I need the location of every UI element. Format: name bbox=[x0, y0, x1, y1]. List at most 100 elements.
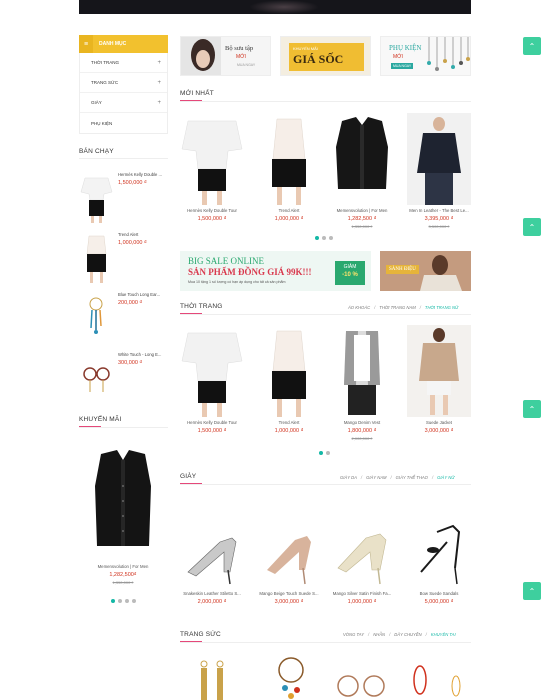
tab-vong-tay[interactable]: VÒNG TAY bbox=[343, 632, 364, 637]
product-card[interactable]: Trend Alert 1,000,000 ₫ bbox=[257, 113, 321, 222]
hero-banner[interactable] bbox=[79, 0, 471, 14]
product-card[interactable]: Hermès Kelly Double Tour 1,500,000 ₫ bbox=[180, 113, 244, 222]
tab-thoi-trang-nu[interactable]: THỜI TRANG NỮ bbox=[425, 305, 458, 310]
product-image[interactable] bbox=[407, 512, 471, 588]
promo-carousel-dots[interactable] bbox=[111, 599, 136, 603]
fashion-carousel-dots[interactable] bbox=[319, 451, 330, 455]
carousel-dot[interactable] bbox=[132, 599, 136, 603]
jewelry-tabs: VÒNG TAY / NHẪN / DÂY CHUYỀN / KHUYÊN TAI bbox=[343, 632, 456, 637]
banner-cta[interactable]: MUA NGAY bbox=[391, 63, 414, 69]
tab-nhan[interactable]: NHẪN bbox=[373, 632, 385, 637]
product-name[interactable]: Hermès Kelly Double ... bbox=[118, 172, 168, 177]
product-name[interactable]: Memensvolution | For Men bbox=[91, 564, 155, 569]
product-image[interactable] bbox=[407, 113, 471, 205]
product-image[interactable] bbox=[180, 113, 244, 205]
category-item-giay[interactable]: GIÀY + bbox=[80, 93, 167, 113]
product-name[interactable]: Trend Alert bbox=[118, 232, 168, 237]
product-image[interactable] bbox=[330, 512, 394, 588]
banner-new-collection[interactable]: Bộ sưu tập MỚI MUA NGAY bbox=[180, 36, 271, 76]
product-name[interactable]: Blue Touch Long Ear... bbox=[118, 292, 168, 297]
arrow-up-icon[interactable]: ⌃ bbox=[523, 218, 541, 236]
product-card[interactable]: Memensvolution | For Men 1,282,500 ₫ 1,3… bbox=[330, 113, 394, 229]
product-image[interactable] bbox=[330, 325, 394, 417]
tab-giay-the-thao[interactable]: GIÀY THỂ THAO bbox=[396, 475, 428, 480]
tab-giay-da[interactable]: GIÀY DA bbox=[340, 475, 357, 480]
product-name[interactable]: Mango Silver Satin Finish Fa... bbox=[330, 591, 394, 596]
tab-day-chuyen[interactable]: DÂY CHUYỀN bbox=[394, 632, 421, 637]
product-card[interactable]: Mango Beige Touch Suede S... 3,000,000 ₫ bbox=[257, 512, 321, 605]
category-label: PHỤ KIỆN bbox=[91, 120, 113, 126]
product-card[interactable]: Bow Suede Sandals 5,000,000 ₫ bbox=[407, 512, 471, 605]
arrow-up-icon[interactable]: ⌃ bbox=[523, 400, 541, 418]
bestseller-item[interactable]: Trend Alert 1,000,000 ₫ bbox=[79, 230, 168, 285]
product-image[interactable] bbox=[330, 113, 394, 205]
carousel-dot[interactable] bbox=[125, 599, 129, 603]
banner-text: SẢN PHẨM ĐỒNG GIÁ 99K!!! bbox=[188, 267, 312, 277]
category-item-thoi-trang[interactable]: THỜI TRANG + bbox=[80, 53, 167, 73]
product-card[interactable]: Mango Denim Vest 1,800,000 ₫ 2,000,000 ₫ bbox=[330, 325, 394, 441]
product-card[interactable]: Mango Silver Satin Finish Fa... 1,000,00… bbox=[330, 512, 394, 605]
bestseller-item[interactable]: Hermès Kelly Double ... 1,500,000 ₫ bbox=[79, 170, 168, 225]
product-card[interactable]: Snakeskin Leather Stiletto S... 2,000,00… bbox=[180, 512, 244, 605]
product-image[interactable] bbox=[79, 170, 114, 225]
category-item-phu-kien[interactable]: PHỤ KIỆN bbox=[80, 113, 167, 133]
newest-carousel-dots[interactable] bbox=[315, 236, 333, 240]
carousel-dot[interactable] bbox=[118, 599, 122, 603]
tab-thoi-trang-nam[interactable]: THỜI TRANG NAM bbox=[379, 305, 415, 310]
product-card[interactable]: Suede Jacket 3,000,000 ₫ bbox=[407, 325, 471, 434]
bestseller-item[interactable]: White Touch - Long E... 300,000 ₫ bbox=[79, 350, 168, 405]
product-image[interactable] bbox=[257, 325, 321, 417]
product-image[interactable] bbox=[180, 325, 244, 417]
promo-product[interactable]: Memensvolution | For Men 1,282,500₫ 1,35… bbox=[91, 446, 155, 585]
product-name[interactable]: Suede Jacket bbox=[407, 420, 471, 425]
product-name[interactable]: Memensvolution | For Men bbox=[330, 208, 394, 213]
category-label: GIÀY bbox=[91, 100, 102, 105]
banner-promo-shock[interactable]: KHUYẾN MÃI GIÁ SỐC bbox=[280, 36, 371, 76]
product-name[interactable]: Hermès Kelly Double Tour bbox=[180, 208, 244, 213]
banner-accessories[interactable]: PHỤ KIỆN MỚI MUA NGAY bbox=[380, 36, 471, 76]
product-card[interactable]: Trend Alert 1,000,000 ₫ bbox=[257, 325, 321, 434]
product-name[interactable]: Mango Denim Vest bbox=[330, 420, 394, 425]
arrow-up-icon[interactable]: ⌃ bbox=[523, 37, 541, 55]
product-name[interactable]: Snakeskin Leather Stiletto S... bbox=[180, 591, 244, 596]
tab-ao-khoac[interactable]: ÁO KHOÁC bbox=[348, 305, 370, 310]
carousel-dot[interactable] bbox=[319, 451, 323, 455]
carousel-dot[interactable] bbox=[322, 236, 326, 240]
bestseller-item[interactable]: Blue Touch Long Ear... 200,000 ₫ bbox=[79, 290, 168, 345]
plus-icon[interactable]: + bbox=[157, 100, 161, 106]
tab-giay-nu[interactable]: GIÀY NỮ bbox=[437, 475, 454, 480]
product-image[interactable] bbox=[79, 350, 114, 405]
plus-icon[interactable]: + bbox=[157, 80, 161, 86]
newest-title: MỚI NHẤT bbox=[180, 90, 214, 101]
carousel-dot[interactable] bbox=[111, 599, 115, 603]
product-name[interactable]: Trend Alert bbox=[257, 420, 321, 425]
product-image[interactable] bbox=[257, 512, 321, 588]
product-card[interactable]: Men In Leather - The Best Le... 3,395,00… bbox=[407, 113, 471, 229]
carousel-dot[interactable] bbox=[315, 236, 319, 240]
product-image[interactable] bbox=[180, 512, 244, 588]
carousel-dot[interactable] bbox=[326, 451, 330, 455]
product-name[interactable]: Men In Leather - The Best Le... bbox=[407, 208, 471, 213]
tab-giay-nam[interactable]: GIÀY NAM bbox=[366, 475, 386, 480]
product-image[interactable] bbox=[91, 446, 155, 561]
product-name[interactable]: Hermès Kelly Double Tour bbox=[180, 420, 244, 425]
tab-khuyen-tai[interactable]: KHUYÊN TAI bbox=[431, 632, 456, 637]
product-name[interactable]: White Touch - Long E... bbox=[118, 352, 168, 357]
product-old-price: 1,350,000 ₫ bbox=[351, 224, 373, 229]
product-image[interactable] bbox=[79, 290, 114, 345]
category-item-trang-suc[interactable]: TRANG SỨC + bbox=[80, 73, 167, 93]
product-price: 1,000,000 ₫ bbox=[118, 240, 147, 246]
carousel-dot[interactable] bbox=[329, 236, 333, 240]
product-name[interactable]: Mango Beige Touch Suede S... bbox=[257, 591, 321, 596]
product-image[interactable] bbox=[79, 230, 114, 285]
arrow-up-icon[interactable]: ⌃ bbox=[523, 582, 541, 600]
product-image[interactable] bbox=[407, 325, 471, 417]
product-name[interactable]: Trend Alert bbox=[257, 208, 321, 213]
product-name[interactable]: Bow Suede Sandals bbox=[407, 591, 471, 596]
big-sale-banner[interactable]: BIG SALE ONLINE SẢN PHẨM ĐỒNG GIÁ 99K!!!… bbox=[180, 251, 371, 291]
fashion-side-banner[interactable]: SÀNH ĐIỆU bbox=[380, 251, 471, 291]
category-header[interactable]: ≡ DANH MỤC bbox=[79, 35, 168, 53]
product-image[interactable] bbox=[257, 113, 321, 205]
plus-icon[interactable]: + bbox=[157, 60, 161, 66]
product-card[interactable]: Hermès Kelly Double Tour 1,500,000 ₫ bbox=[180, 325, 244, 434]
